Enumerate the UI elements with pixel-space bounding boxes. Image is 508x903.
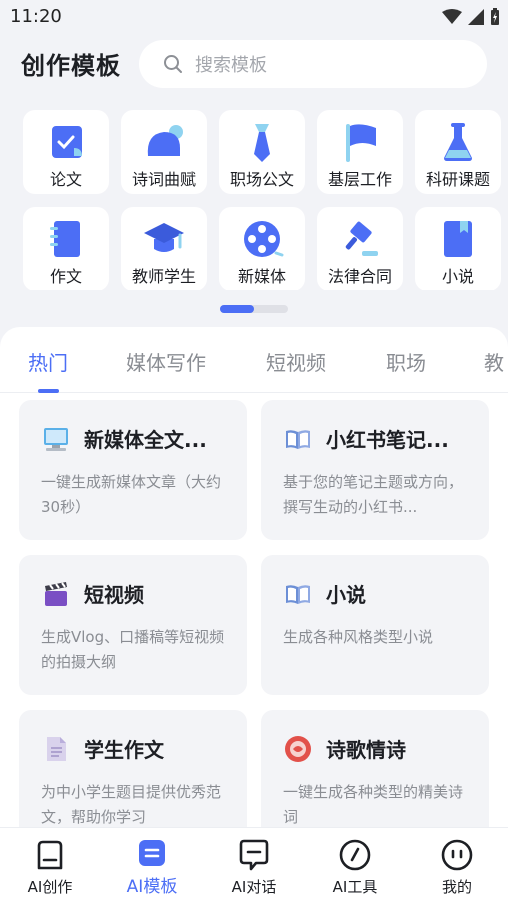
category-office-docs[interactable]: 职场公文 <box>219 110 305 194</box>
nav-ai-template[interactable]: AI模板 <box>112 838 192 897</box>
chat-bubble-icon <box>142 120 186 164</box>
tab-short-video[interactable]: 短视频 <box>266 347 326 376</box>
status-icons <box>442 8 500 26</box>
compass-icon <box>339 839 371 871</box>
open-book-icon <box>283 579 313 609</box>
chat-icon <box>239 839 269 871</box>
card-title: 学生作文 <box>84 738 164 762</box>
computer-icon <box>41 424 71 454</box>
nav-profile[interactable]: 我的 <box>417 838 497 897</box>
category-novel[interactable]: 小说 <box>415 207 501 290</box>
category-grid: 论文 诗词曲赋 职场公文 基层工作 科研课题 作文 教师学生 新媒体 法律合同 … <box>23 110 508 290</box>
card-description: 基于您的笔记主题或方向，撰写生动的小红书... <box>283 473 464 516</box>
category-poetry[interactable]: 诗词曲赋 <box>121 110 207 194</box>
battery-icon <box>491 8 499 25</box>
status-time: 11:20 <box>10 6 62 27</box>
status-bar: 11:20 <box>0 0 508 34</box>
nav-label: AI创作 <box>27 878 73 896</box>
category-label: 诗词曲赋 <box>131 170 196 189</box>
film-reel-icon <box>240 217 284 261</box>
category-label: 小说 <box>441 267 474 286</box>
nav-label: AI模板 <box>126 877 178 897</box>
flask-icon <box>436 120 480 164</box>
tab-bar: 热门 媒体写作 短视频 职场 教 <box>0 327 508 393</box>
template-card[interactable]: 小说 生成各种风格类型小说 <box>261 555 489 695</box>
card-title: 诗歌情诗 <box>326 738 406 762</box>
nav-label: AI对话 <box>231 878 277 896</box>
card-title: 小红书笔记... <box>326 428 449 452</box>
tab-active-indicator <box>38 389 59 393</box>
profile-face-icon <box>441 839 473 871</box>
card-description: 为中小学生题目提供优秀范文，帮助你学习 <box>41 783 222 826</box>
card-description: 生成各种风格类型小说 <box>283 628 434 646</box>
page-title: 创作模板 <box>21 52 121 80</box>
page-indicator-active <box>220 305 254 313</box>
template-card[interactable]: 短视频 生成Vlog、口播稿等短视频的拍摄大纲 <box>19 555 247 695</box>
notebook-icon <box>44 217 88 261</box>
category-label: 科研课题 <box>425 170 490 189</box>
necktie-icon <box>240 120 284 164</box>
category-composition[interactable]: 作文 <box>23 207 109 290</box>
tab-hot[interactable]: 热门 <box>28 347 68 376</box>
nav-label: 我的 <box>441 878 472 896</box>
category-paper[interactable]: 论文 <box>23 110 109 194</box>
category-new-media[interactable]: 新媒体 <box>219 207 305 290</box>
template-card[interactable]: 小红书笔记... 基于您的笔记主题或方向，撰写生动的小红书... <box>261 400 489 540</box>
template-panel: 热门 媒体写作 短视频 职场 教 新媒体全文... 一键生成新媒体文章（大约30… <box>0 327 508 827</box>
book-icon <box>436 217 480 261</box>
category-label: 新媒体 <box>237 267 286 286</box>
document-icon <box>41 734 71 764</box>
bottom-nav: AI创作 AI模板 AI对话 AI工具 我的 <box>0 827 508 903</box>
flag-icon <box>338 120 382 164</box>
wifi-icon <box>442 9 462 24</box>
category-label: 基层工作 <box>327 170 392 189</box>
category-law-contract[interactable]: 法律合同 <box>317 207 403 290</box>
tab-media-writing[interactable]: 媒体写作 <box>126 347 206 376</box>
graduation-cap-icon <box>142 217 186 261</box>
card-description: 一键生成新媒体文章（大约30秒） <box>41 473 222 516</box>
paper-check-icon <box>44 120 88 164</box>
category-label: 论文 <box>49 170 82 189</box>
template-card[interactable]: 诗歌情诗 一键生成各种类型的精美诗词 <box>261 710 489 827</box>
page-indicator <box>220 305 288 313</box>
gavel-icon <box>338 217 382 261</box>
open-book-icon <box>283 424 313 454</box>
create-icon <box>37 840 63 870</box>
category-label: 职场公文 <box>229 170 294 189</box>
card-description: 生成Vlog、口播稿等短视频的拍摄大纲 <box>41 628 225 671</box>
signal-icon <box>468 9 484 25</box>
red-seal-icon <box>283 734 313 764</box>
card-title: 小说 <box>326 583 366 607</box>
card-description: 一键生成各种类型的精美诗词 <box>283 783 464 826</box>
tab-education[interactable]: 教 <box>484 347 504 376</box>
nav-ai-chat[interactable]: AI对话 <box>214 838 294 897</box>
search-input[interactable]: 搜索模板 <box>139 40 487 88</box>
clapperboard-icon <box>41 579 71 609</box>
category-research[interactable]: 科研课题 <box>415 110 501 194</box>
category-teacher-student[interactable]: 教师学生 <box>121 207 207 290</box>
template-card[interactable]: 学生作文 为中小学生题目提供优秀范文，帮助你学习 <box>19 710 247 827</box>
category-grassroots[interactable]: 基层工作 <box>317 110 403 194</box>
category-label: 法律合同 <box>327 267 392 286</box>
nav-label: AI工具 <box>332 878 378 896</box>
nav-ai-create[interactable]: AI创作 <box>10 838 90 897</box>
tab-workplace[interactable]: 职场 <box>386 347 426 376</box>
category-label: 作文 <box>49 267 82 286</box>
template-icon <box>139 840 165 866</box>
card-title: 新媒体全文... <box>84 428 207 452</box>
template-card[interactable]: 新媒体全文... 一键生成新媒体文章（大约30秒） <box>19 400 247 540</box>
search-placeholder: 搜索模板 <box>195 55 267 76</box>
category-label: 教师学生 <box>131 267 196 286</box>
card-title: 短视频 <box>84 583 144 607</box>
nav-ai-tools[interactable]: AI工具 <box>315 838 395 897</box>
search-icon <box>164 55 182 73</box>
